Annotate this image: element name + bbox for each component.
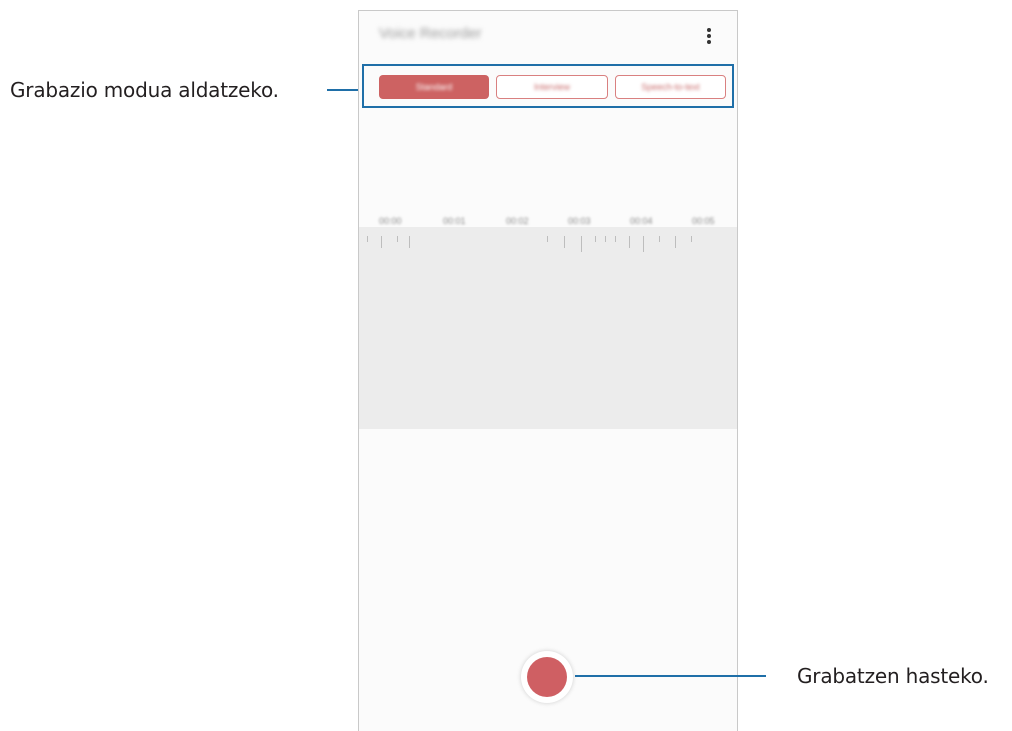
timeline-tick — [397, 236, 398, 242]
record-callout-line — [575, 675, 766, 677]
timeline-tick — [547, 236, 548, 242]
timeline-tick — [605, 236, 606, 242]
recording-mode-selector: Standard Interview Speech-to-text — [362, 64, 734, 108]
timeline-label: 00:00 — [379, 216, 402, 226]
mode-interview-button[interactable]: Interview — [496, 75, 608, 99]
timeline-label: 00:05 — [692, 216, 715, 226]
timeline: 00:00 00:01 00:02 00:03 00:04 00:05 — [359, 216, 737, 252]
waveform-area — [359, 227, 737, 429]
timeline-tick — [564, 236, 565, 248]
phone-screen: Voice Recorder Standard Interview Speech… — [358, 10, 738, 731]
timeline-tick — [581, 236, 582, 252]
timeline-tick — [643, 236, 644, 252]
timeline-label: 00:04 — [630, 216, 653, 226]
mode-standard-label: Standard — [415, 82, 453, 92]
timeline-tick — [615, 236, 616, 242]
mode-callout-line — [327, 89, 361, 91]
mode-standard-button[interactable]: Standard — [379, 75, 489, 99]
timeline-tick — [629, 236, 630, 248]
record-callout-text: Grabatzen hasteko. — [797, 664, 989, 688]
timeline-label: 00:01 — [443, 216, 466, 226]
timeline-label: 00:03 — [568, 216, 591, 226]
timeline-tick — [659, 236, 660, 242]
mode-callout-text: Grabazio modua aldatzeko. — [10, 78, 279, 102]
mode-speech-to-text-button[interactable]: Speech-to-text — [615, 75, 726, 99]
record-button-ring — [521, 651, 573, 703]
timeline-tick — [675, 236, 676, 248]
app-title: Voice Recorder — [379, 25, 482, 42]
timeline-tick — [409, 236, 410, 248]
timeline-tick — [691, 236, 692, 242]
more-options-icon[interactable] — [705, 27, 713, 45]
timeline-tick — [381, 236, 382, 248]
timeline-label: 00:02 — [506, 216, 529, 226]
record-icon[interactable] — [527, 657, 567, 697]
timeline-tick — [595, 236, 596, 242]
timeline-tick — [367, 236, 368, 242]
mode-speech-to-text-label: Speech-to-text — [641, 82, 700, 92]
mode-interview-label: Interview — [533, 82, 570, 92]
